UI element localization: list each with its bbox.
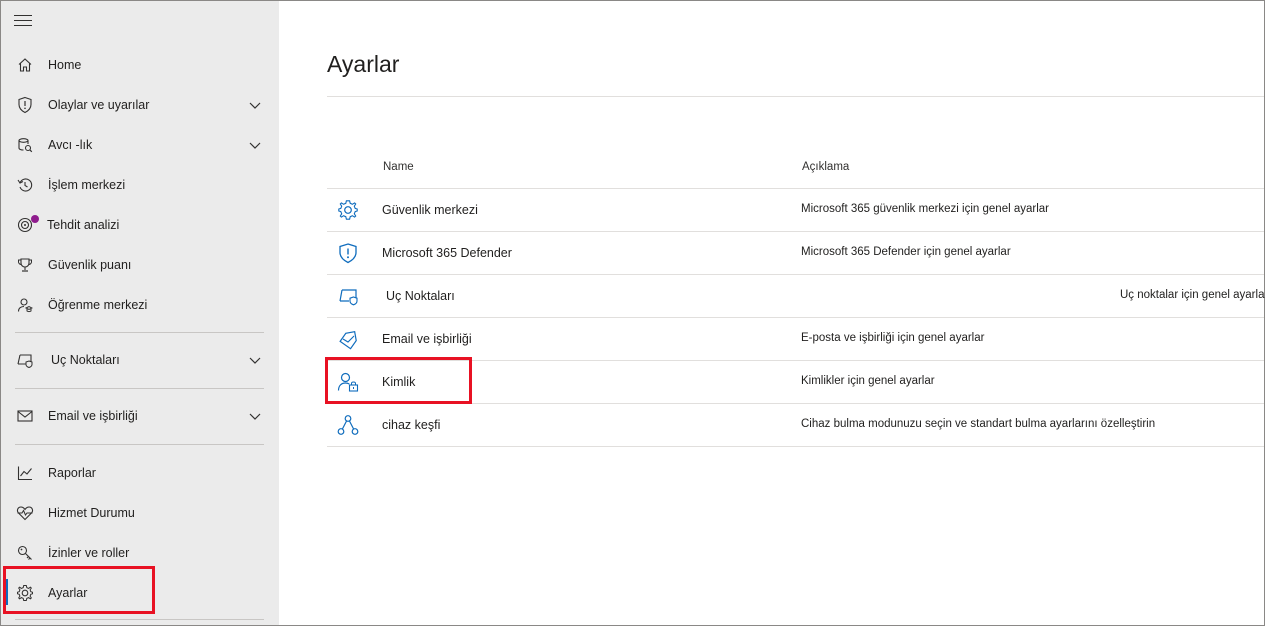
settings-row-endpoints[interactable]: Uç Noktaları Uç noktalar için genel ayar… xyxy=(327,274,1265,317)
row-name[interactable]: Uç Noktaları xyxy=(386,289,455,303)
sidebar-item-reports[interactable]: Raporlar xyxy=(1,453,279,493)
highlight-settings-nav xyxy=(3,566,155,614)
device-discovery-icon xyxy=(337,415,359,435)
shield-icon xyxy=(339,243,357,264)
column-header-name[interactable]: Name xyxy=(383,161,414,173)
mail-icon xyxy=(15,406,35,426)
table-bottom-divider xyxy=(327,446,1264,447)
endpoints-icon xyxy=(339,289,358,306)
sidebar-item-learning-hub[interactable]: Öğrenme merkezi xyxy=(1,285,279,325)
action-center-icon xyxy=(15,175,35,195)
row-name[interactable]: Email ve işbirliği xyxy=(382,332,472,346)
sidebar-item-endpoints[interactable]: Uç Noktaları xyxy=(1,340,279,380)
settings-row-device-discovery[interactable]: cihaz keşfi Cihaz bulma modunuzu seçin v… xyxy=(327,403,1264,446)
sidebar-item-label: Tehdit analizi xyxy=(47,218,120,232)
row-name[interactable]: Güvenlik merkezi xyxy=(382,203,478,217)
row-description: Microsoft 365 Defender için genel ayarla… xyxy=(801,246,1011,258)
shield-icon xyxy=(15,95,35,115)
heart-icon xyxy=(15,503,35,523)
notification-dot xyxy=(31,215,39,223)
sidebar-item-secure-score[interactable]: Güvenlik puanı xyxy=(1,245,279,285)
row-description: Uç noktalar için genel ayarlar xyxy=(1120,289,1265,301)
learning-icon xyxy=(15,295,35,315)
endpoints-icon xyxy=(15,350,35,370)
row-description: E-posta ve işbirliği için genel ayarlar xyxy=(801,332,985,344)
settings-row-defender[interactable]: Microsoft 365 Defender Microsoft 365 Def… xyxy=(327,231,1264,274)
sidebar-item-label: Öğrenme merkezi xyxy=(48,298,148,312)
sidebar-item-label: Uç Noktaları xyxy=(51,353,120,367)
sidebar-item-service-health[interactable]: Hizmet Durumu xyxy=(1,493,279,533)
sidebar-item-label: Raporlar xyxy=(48,466,96,480)
sidebar-item-label: Home xyxy=(48,58,82,72)
key-icon xyxy=(15,543,35,563)
trophy-icon xyxy=(15,255,35,275)
title-divider xyxy=(327,96,1264,97)
chevron-down-icon[interactable] xyxy=(248,353,262,367)
hamburger-menu-icon[interactable] xyxy=(14,15,32,29)
page-title: Ayarlar xyxy=(327,51,400,77)
chart-icon xyxy=(15,463,35,483)
sidebar-item-action-center[interactable]: İşlem merkezi xyxy=(1,165,279,205)
row-name[interactable]: cihaz keşfi xyxy=(382,418,440,432)
sidebar-divider xyxy=(15,388,264,389)
sidebar-divider xyxy=(15,444,264,445)
sidebar-item-label: İzinler ve roller xyxy=(48,546,130,560)
sidebar-item-threat-analytics[interactable]: Tehdit analizi xyxy=(1,205,279,245)
sidebar-item-home[interactable]: Home xyxy=(1,45,279,85)
chevron-down-icon[interactable] xyxy=(248,409,262,423)
chevron-down-icon[interactable] xyxy=(248,98,262,112)
sidebar: Home Olaylar ve uyarılar Avcı -lık İşlem… xyxy=(1,1,279,625)
gear-icon xyxy=(338,200,358,220)
sidebar-item-label: İşlem merkezi xyxy=(48,178,126,192)
sidebar-item-email-collaboration[interactable]: Email ve işbirliği xyxy=(1,396,279,436)
home-icon xyxy=(15,55,35,75)
row-name[interactable]: Microsoft 365 Defender xyxy=(382,246,512,260)
sidebar-item-label: Avcı -lık xyxy=(48,138,93,152)
sidebar-item-label: Olaylar ve uyarılar xyxy=(48,98,150,112)
settings-row-security-center[interactable]: Güvenlik merkezi Microsoft 365 güvenlik … xyxy=(327,188,1264,231)
highlight-identity-row xyxy=(325,357,472,404)
row-description: Cihaz bulma modunuzu seçin ve standart b… xyxy=(801,418,1156,430)
settings-row-email-collaboration[interactable]: Email ve işbirliği E-posta ve işbirliği … xyxy=(327,317,1264,360)
sidebar-item-label: Email ve işbirliği xyxy=(48,409,138,423)
hunting-icon xyxy=(15,135,35,155)
sidebar-divider xyxy=(15,332,264,333)
sidebar-divider xyxy=(15,619,264,620)
row-description: Microsoft 365 güvenlik merkezi için gene… xyxy=(801,203,1049,215)
mail-tag-icon xyxy=(339,331,357,350)
sidebar-item-hunting[interactable]: Avcı -lık xyxy=(1,125,279,165)
sidebar-item-label: Hizmet Durumu xyxy=(48,506,135,520)
sidebar-item-incidents[interactable]: Olaylar ve uyarılar xyxy=(1,85,279,125)
chevron-down-icon[interactable] xyxy=(248,138,262,152)
sidebar-item-label: Güvenlik puanı xyxy=(48,258,132,272)
column-header-description[interactable]: Açıklama xyxy=(802,161,849,173)
row-description: Kimlikler için genel ayarlar xyxy=(801,375,935,387)
main-content: Ayarlar Name Açıklama Güvenlik merkezi M… xyxy=(279,1,1265,625)
